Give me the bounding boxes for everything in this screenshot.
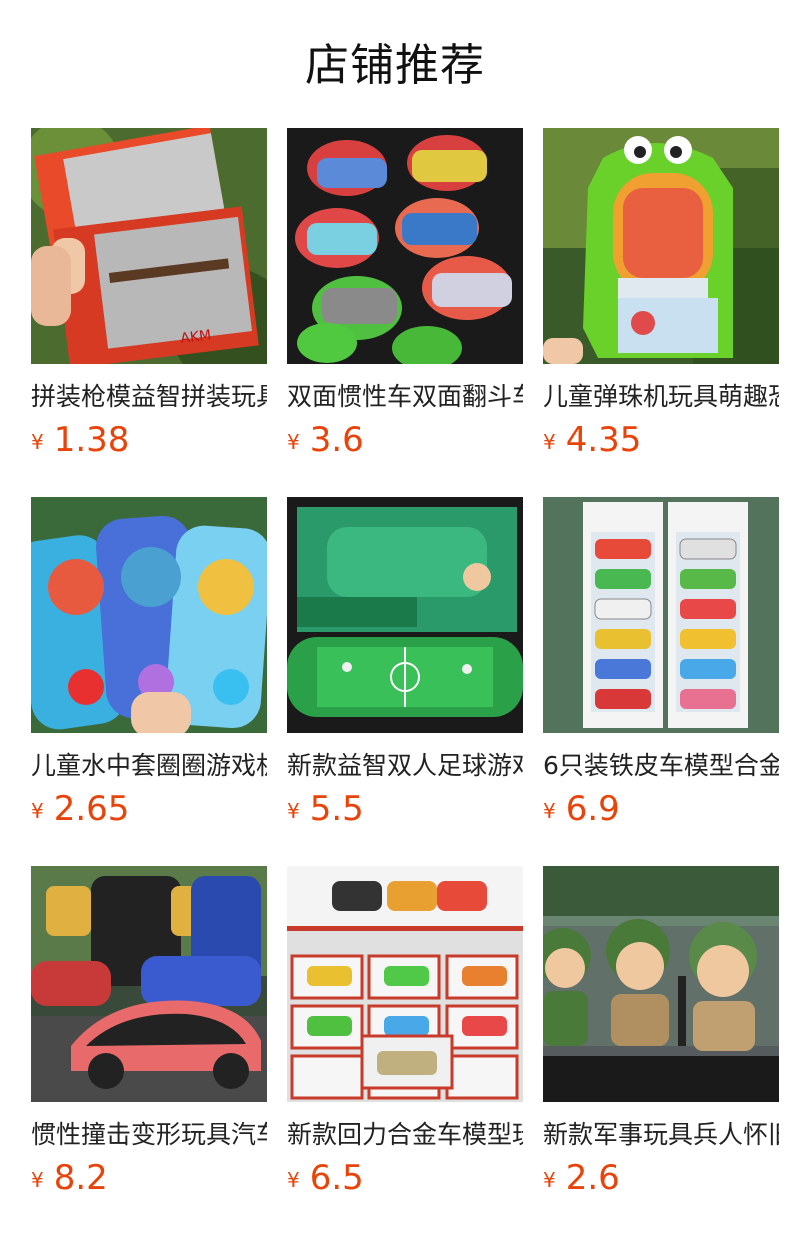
store-recommendations-page: 店铺推荐 AKM 拼装枪模益智拼装玩具 ¥ 1.38 双面惯性车双面翻斗车 ¥ … <box>0 0 790 1236</box>
price-value: 1.38 <box>53 420 130 460</box>
product-card[interactable]: AKM 拼装枪模益智拼装玩具 ¥1.38 <box>31 128 267 497</box>
price-value: 2.65 <box>53 789 130 829</box>
product-name[interactable]: 儿童水中套圈圈游戏机 <box>31 749 267 783</box>
product-card[interactable]: 新款益智双人足球游戏 ¥5.5 <box>287 497 523 866</box>
product-price: ¥6.5 <box>287 1156 364 1200</box>
product-image[interactable] <box>543 866 779 1102</box>
tabletop-football-game-image <box>287 497 523 733</box>
product-price: ¥2.6 <box>543 1156 620 1200</box>
currency-symbol: ¥ <box>31 430 44 454</box>
currency-symbol: ¥ <box>287 1168 300 1192</box>
product-card[interactable]: 儿童弹珠机玩具萌趣恐龙 ¥4.35 <box>543 128 779 497</box>
price-value: 6.5 <box>309 1158 364 1198</box>
product-name[interactable]: 惯性撞击变形玩具汽车 <box>31 1118 267 1152</box>
water-ring-toss-game-image <box>31 497 267 733</box>
product-price: ¥2.65 <box>31 787 129 831</box>
pullback-alloy-car-image <box>287 866 523 1102</box>
product-image[interactable] <box>287 866 523 1102</box>
product-image[interactable] <box>31 497 267 733</box>
product-price: ¥6.9 <box>543 787 620 831</box>
gun-model-kit-image: AKM <box>31 128 267 364</box>
dinosaur-pinball-toy-image <box>543 128 779 364</box>
product-card[interactable]: 6只装铁皮车模型合金 ¥6.9 <box>543 497 779 866</box>
product-card[interactable]: 儿童水中套圈圈游戏机 ¥2.65 <box>31 497 267 866</box>
product-price: ¥5.5 <box>287 787 364 831</box>
transforming-robot-car-image <box>31 866 267 1102</box>
product-price: ¥3.6 <box>287 418 364 462</box>
currency-symbol: ¥ <box>287 799 300 823</box>
product-name[interactable]: 新款回力合金车模型玩具 <box>287 1118 523 1152</box>
price-value: 6.9 <box>565 789 620 829</box>
product-name[interactable]: 儿童弹珠机玩具萌趣恐龙 <box>543 380 779 414</box>
product-price: ¥8.2 <box>31 1156 108 1200</box>
product-image[interactable]: AKM <box>31 128 267 364</box>
price-value: 8.2 <box>53 1158 108 1198</box>
product-image[interactable] <box>287 497 523 733</box>
six-pack-toy-cars-image <box>543 497 779 733</box>
product-grid: AKM 拼装枪模益智拼装玩具 ¥1.38 双面惯性车双面翻斗车 ¥ 3.6 儿童… <box>31 128 790 1235</box>
currency-symbol: ¥ <box>543 1168 556 1192</box>
product-card[interactable]: 惯性撞击变形玩具汽车 ¥8.2 <box>31 866 267 1235</box>
currency-symbol: ¥ <box>31 799 44 823</box>
price-value: 4.35 <box>565 420 642 460</box>
currency-symbol: ¥ <box>287 430 300 454</box>
product-name[interactable]: 新款益智双人足球游戏 <box>287 749 523 783</box>
currency-symbol: ¥ <box>31 1168 44 1192</box>
page-title: 店铺推荐 <box>305 40 485 91</box>
army-soldier-figures-image <box>543 866 779 1102</box>
double-sided-inertia-car-image <box>287 128 523 364</box>
price-value: 5.5 <box>309 789 364 829</box>
product-name[interactable]: 6只装铁皮车模型合金 <box>543 749 779 783</box>
product-image[interactable] <box>31 866 267 1102</box>
product-image[interactable] <box>543 128 779 364</box>
product-name[interactable]: 拼装枪模益智拼装玩具 <box>31 380 267 414</box>
price-value: 2.6 <box>565 1158 620 1198</box>
product-price: ¥4.35 <box>543 418 641 462</box>
product-card[interactable]: 新款军事玩具兵人怀旧 ¥2.6 <box>543 866 779 1235</box>
product-name[interactable]: 新款军事玩具兵人怀旧 <box>543 1118 779 1152</box>
product-card[interactable]: 双面惯性车双面翻斗车 ¥3.6 <box>287 128 523 497</box>
currency-symbol: ¥ <box>543 799 556 823</box>
product-price: ¥1.38 <box>31 418 129 462</box>
product-image[interactable] <box>543 497 779 733</box>
product-image[interactable] <box>287 128 523 364</box>
product-card[interactable]: 新款回力合金车模型玩具 ¥6.5 <box>287 866 523 1235</box>
currency-symbol: ¥ <box>543 430 556 454</box>
price-value: 3.6 <box>309 420 364 460</box>
product-name[interactable]: 双面惯性车双面翻斗车 <box>287 380 523 414</box>
